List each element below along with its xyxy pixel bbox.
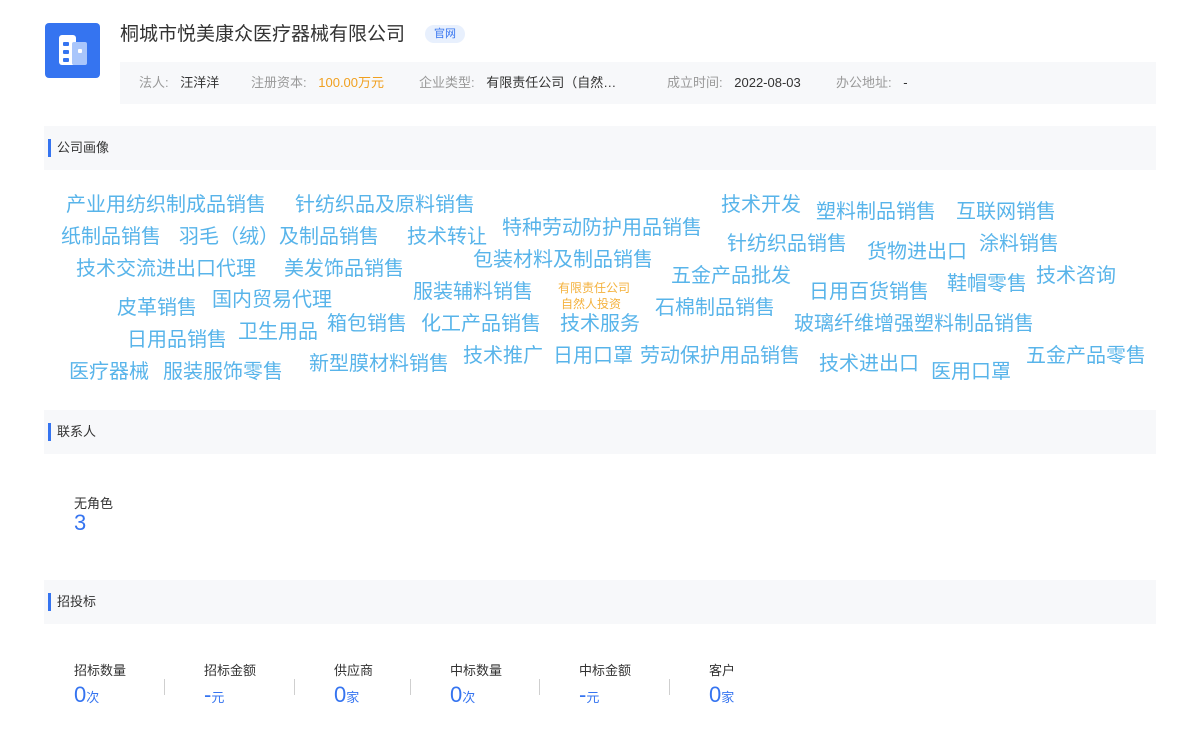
stat-unit: 家: [346, 690, 360, 705]
stat-value: 0: [334, 682, 347, 707]
cloud-word[interactable]: 技术服务: [560, 312, 640, 336]
stat-unit: 家: [721, 690, 735, 705]
word-cloud: 产业用纺织制成品销售 针纺织品及原料销售 技术开发 塑料制品销售 互联网销售 纸…: [0, 0, 1200, 752]
founded-label: 成立时间:: [667, 75, 723, 90]
info-capital: 注册资本: 100.00万元: [251, 62, 384, 104]
cloud-word[interactable]: 塑料制品销售: [816, 200, 936, 224]
section-title: 招投标: [57, 594, 97, 609]
stat-divider: [539, 679, 540, 695]
stat-value: 0: [709, 682, 722, 707]
stat-divider: [669, 679, 670, 695]
stat-win-count[interactable]: 中标数量 0次: [450, 663, 502, 708]
capital-label: 注册资本:: [251, 75, 307, 90]
contact-role-count[interactable]: 3: [74, 510, 86, 536]
official-site-badge[interactable]: 官网: [425, 25, 465, 43]
cloud-word[interactable]: 玻璃纤维增强塑料制品销售: [794, 312, 1034, 336]
founded-value: 2022-08-03: [734, 75, 801, 90]
cloud-word[interactable]: 技术开发: [721, 193, 801, 217]
cloud-word[interactable]: 货物进出口: [867, 240, 967, 264]
section-title: 公司画像: [57, 140, 110, 155]
legal-rep-value[interactable]: 汪洋洋: [180, 75, 219, 90]
cloud-word[interactable]: 美发饰品销售: [284, 257, 404, 281]
cloud-word[interactable]: 技术转让: [407, 225, 487, 249]
stat-label: 中标金额: [579, 663, 632, 678]
cloud-word[interactable]: 产业用纺织制成品销售: [66, 193, 266, 217]
info-founded: 成立时间: 2022-08-03: [667, 62, 801, 104]
cloud-word[interactable]: 化工产品销售: [421, 312, 541, 336]
stat-win-amount[interactable]: 中标金额 -元: [579, 663, 631, 708]
section-title: 联系人: [57, 424, 97, 439]
cloud-word[interactable]: 日用品销售: [127, 328, 227, 352]
stat-customers[interactable]: 客户 0家: [709, 663, 735, 708]
cloud-word[interactable]: 医疗器械: [69, 360, 149, 384]
section-marker: [48, 423, 51, 441]
cloud-word[interactable]: 国内贸易代理: [212, 288, 332, 312]
stat-unit: 次: [462, 690, 476, 705]
cloud-word[interactable]: 五金产品零售: [1026, 344, 1146, 368]
cloud-word[interactable]: 特种劳动防护用品销售: [502, 216, 702, 240]
company-info-bar: 法人: 汪洋洋 注册资本: 100.00万元 企业类型: 有限责任公司（自然… …: [120, 62, 1156, 104]
stat-divider: [294, 679, 295, 695]
cloud-word[interactable]: 卫生用品: [238, 320, 318, 344]
cloud-word[interactable]: 石棉制品销售: [655, 296, 775, 320]
stat-label: 招标数量: [74, 663, 127, 678]
cloud-word[interactable]: 服装服饰零售: [163, 360, 283, 384]
cloud-word[interactable]: 技术进出口: [819, 352, 919, 376]
address-label: 办公地址:: [836, 75, 892, 90]
cloud-word[interactable]: 日用口罩: [553, 344, 633, 368]
cloud-word[interactable]: 针纺织品及原料销售: [295, 193, 475, 217]
cloud-word[interactable]: 服装辅料销售: [413, 280, 533, 304]
cloud-word[interactable]: 皮革销售: [117, 296, 197, 320]
building-icon: [59, 35, 87, 65]
stat-unit: 元: [211, 690, 225, 705]
cloud-word[interactable]: 新型膜材料销售: [309, 352, 449, 376]
cloud-word[interactable]: 技术咨询: [1036, 264, 1116, 288]
company-name: 桐城市悦美康众医疗器械有限公司: [120, 24, 406, 45]
cloud-word[interactable]: 五金产品批发: [671, 264, 791, 288]
cloud-word[interactable]: 互联网销售: [956, 200, 1056, 224]
stat-label: 客户: [709, 663, 736, 678]
stat-divider: [164, 679, 165, 695]
stat-label: 招标金额: [204, 663, 257, 678]
type-value: 有限责任公司（自然…: [486, 75, 617, 90]
stat-unit: 元: [586, 690, 600, 705]
section-portrait: 公司画像: [44, 126, 1156, 170]
stat-bid-amount[interactable]: 招标金额 -元: [204, 663, 256, 708]
info-address: 办公地址: -: [836, 62, 908, 104]
stat-value: 0: [74, 682, 87, 707]
cloud-word[interactable]: 鞋帽零售: [947, 272, 1027, 296]
cloud-word[interactable]: 劳动保护用品销售: [640, 344, 800, 368]
stat-bid-count[interactable]: 招标数量 0次: [74, 663, 126, 708]
section-contacts: 联系人: [44, 410, 1156, 454]
cloud-word[interactable]: 涂料销售: [979, 232, 1059, 256]
stat-label: 供应商: [334, 663, 374, 678]
cloud-word[interactable]: 技术交流进出口代理: [76, 257, 256, 281]
cloud-word[interactable]: 包装材料及制品销售: [473, 248, 653, 272]
section-marker: [48, 139, 51, 157]
cloud-word[interactable]: 纸制品销售: [61, 225, 161, 249]
info-type: 企业类型: 有限责任公司（自然…: [419, 62, 616, 104]
stat-divider: [410, 679, 411, 695]
capital-value: 100.00万元: [318, 75, 385, 90]
cloud-word[interactable]: 羽毛（绒）及制品销售: [179, 225, 379, 249]
legal-rep-label: 法人:: [139, 75, 169, 90]
cloud-word[interactable]: 医用口罩: [931, 360, 1011, 384]
address-value: -: [903, 75, 908, 90]
section-marker: [48, 593, 51, 611]
cloud-word[interactable]: 技术推广: [463, 344, 543, 368]
stat-unit: 次: [86, 690, 100, 705]
cloud-word[interactable]: 针纺织品销售: [727, 232, 847, 256]
type-label: 企业类型:: [419, 75, 475, 90]
company-logo: [45, 23, 100, 78]
cloud-word[interactable]: 箱包销售: [327, 312, 407, 336]
section-bidding: 招投标: [44, 580, 1156, 624]
info-legal-rep: 法人: 汪洋洋: [139, 62, 219, 104]
cloud-word[interactable]: 自然人投资: [561, 297, 621, 311]
stat-suppliers[interactable]: 供应商 0家: [334, 663, 373, 708]
cloud-word[interactable]: 日用百货销售: [809, 280, 929, 304]
stat-value: 0: [450, 682, 463, 707]
cloud-word[interactable]: 有限责任公司: [558, 281, 630, 295]
stat-label: 中标数量: [450, 663, 503, 678]
